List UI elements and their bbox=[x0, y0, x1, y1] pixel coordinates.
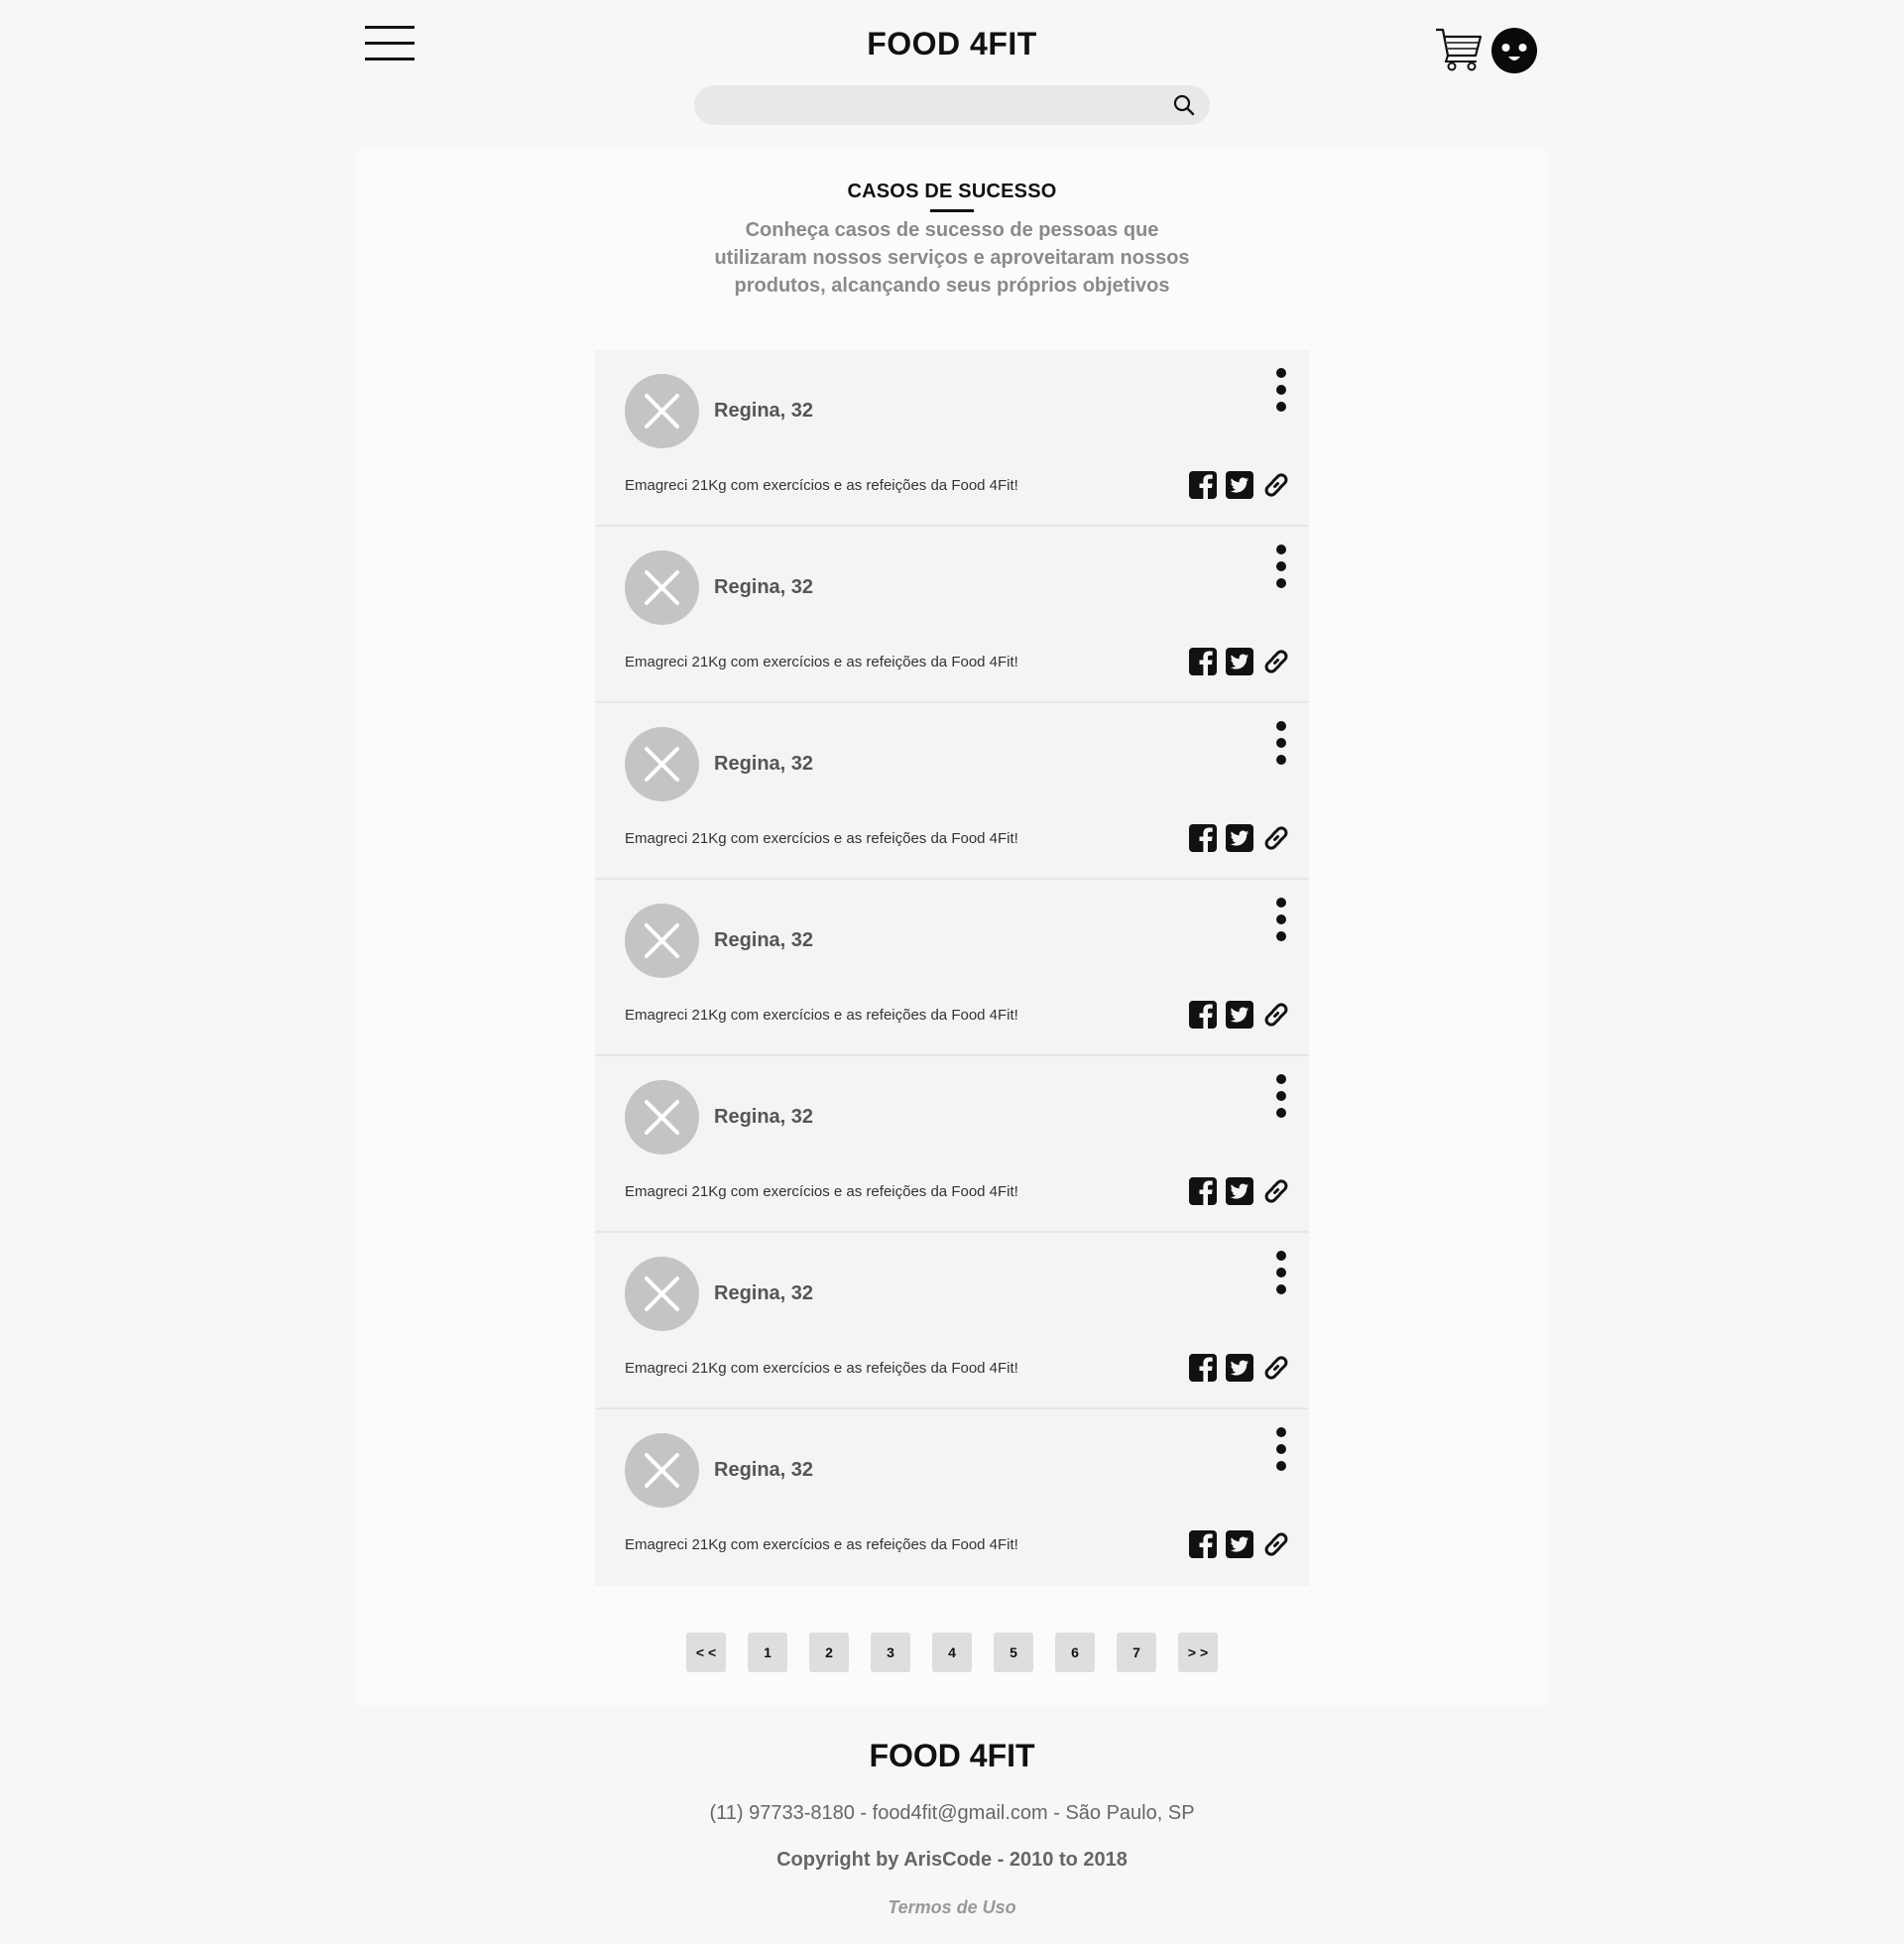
link-icon[interactable] bbox=[1261, 1000, 1291, 1030]
avatar-placeholder-icon bbox=[625, 1257, 699, 1331]
success-cases-list: Regina, 32 Emagreci 21Kg com exercícios … bbox=[595, 350, 1309, 1586]
link-icon[interactable] bbox=[1261, 1353, 1291, 1383]
pagination: < < 1 2 3 4 5 6 7 > > bbox=[357, 1633, 1547, 1672]
section-title: CASOS DE SUCESSO bbox=[847, 181, 1057, 202]
pagination-page-2[interactable]: 2 bbox=[809, 1633, 849, 1672]
more-vertical-icon[interactable] bbox=[1274, 721, 1288, 765]
pagination-page-3[interactable]: 3 bbox=[871, 1633, 910, 1672]
link-icon[interactable] bbox=[1261, 470, 1291, 500]
more-vertical-icon[interactable] bbox=[1274, 1427, 1288, 1471]
card-text: Emagreci 21Kg com exercícios e as refeiç… bbox=[625, 1183, 1018, 1200]
twitter-icon[interactable] bbox=[1225, 1529, 1254, 1559]
facebook-icon[interactable] bbox=[1188, 470, 1218, 500]
card-name: Regina, 32 bbox=[714, 1282, 814, 1304]
footer: FOOD 4FIT (11) 97733-8180 - food4fit@gma… bbox=[0, 1706, 1904, 1944]
card-name: Regina, 32 bbox=[714, 1459, 814, 1481]
facebook-icon[interactable] bbox=[1188, 647, 1218, 676]
avatar-placeholder-icon bbox=[625, 904, 699, 978]
pagination-next-button[interactable]: > > bbox=[1178, 1633, 1218, 1672]
link-icon[interactable] bbox=[1261, 1529, 1291, 1559]
success-case-card: Regina, 32 Emagreci 21Kg com exercícios … bbox=[595, 350, 1309, 527]
avatar-placeholder-icon bbox=[625, 1433, 699, 1508]
success-case-card: Regina, 32 Emagreci 21Kg com exercícios … bbox=[595, 1056, 1309, 1233]
facebook-icon[interactable] bbox=[1188, 823, 1218, 853]
success-case-card: Regina, 32 Emagreci 21Kg com exercícios … bbox=[595, 1233, 1309, 1409]
cart-icon[interactable] bbox=[1434, 26, 1484, 71]
success-case-card: Regina, 32 Emagreci 21Kg com exercícios … bbox=[595, 703, 1309, 880]
card-name: Regina, 32 bbox=[714, 576, 814, 598]
avatar-placeholder-icon bbox=[625, 727, 699, 801]
more-vertical-icon[interactable] bbox=[1274, 545, 1288, 588]
facebook-icon[interactable] bbox=[1188, 1176, 1218, 1206]
pagination-page-6[interactable]: 6 bbox=[1055, 1633, 1095, 1672]
card-text: Emagreci 21Kg com exercícios e as refeiç… bbox=[625, 477, 1018, 494]
twitter-icon[interactable] bbox=[1225, 823, 1254, 853]
title-underline bbox=[930, 209, 974, 212]
footer-brand: FOOD 4FIT bbox=[869, 1738, 1035, 1773]
avatar-placeholder-icon bbox=[625, 374, 699, 448]
facebook-icon[interactable] bbox=[1188, 1529, 1218, 1559]
twitter-icon[interactable] bbox=[1225, 1353, 1254, 1383]
footer-contact: (11) 97733-8180 - food4fit@gmail.com - S… bbox=[709, 1802, 1195, 1824]
link-icon[interactable] bbox=[1261, 1176, 1291, 1206]
card-text: Emagreci 21Kg com exercícios e as refeiç… bbox=[625, 1007, 1018, 1024]
pagination-page-4[interactable]: 4 bbox=[932, 1633, 972, 1672]
footer-copyright: Copyright by ArisCode - 2010 to 2018 bbox=[776, 1849, 1128, 1871]
avatar-placeholder-icon bbox=[625, 550, 699, 625]
section-description: Conheça casos de sucesso de pessoas que … bbox=[714, 219, 1190, 297]
more-vertical-icon[interactable] bbox=[1274, 898, 1288, 941]
twitter-icon[interactable] bbox=[1225, 647, 1254, 676]
avatar-icon[interactable] bbox=[1490, 27, 1538, 74]
more-vertical-icon[interactable] bbox=[1274, 1251, 1288, 1294]
card-name: Regina, 32 bbox=[714, 753, 814, 775]
card-text: Emagreci 21Kg com exercícios e as refeiç… bbox=[625, 1360, 1018, 1377]
main-content: CASOS DE SUCESSO Conheça casos de sucess… bbox=[357, 149, 1547, 1706]
card-name: Regina, 32 bbox=[714, 1106, 814, 1128]
avatar-placeholder-icon bbox=[625, 1080, 699, 1154]
pagination-prev-button[interactable]: < < bbox=[686, 1633, 726, 1672]
card-name: Regina, 32 bbox=[714, 929, 814, 951]
header: FOOD 4FIT bbox=[0, 0, 1904, 149]
twitter-icon[interactable] bbox=[1225, 1176, 1254, 1206]
twitter-icon[interactable] bbox=[1225, 470, 1254, 500]
brand-logo[interactable]: FOOD 4FIT bbox=[0, 26, 1904, 62]
terms-of-use-link[interactable]: Termos de Uso bbox=[0, 1897, 1904, 1918]
link-icon[interactable] bbox=[1261, 823, 1291, 853]
card-text: Emagreci 21Kg com exercícios e as refeiç… bbox=[625, 1536, 1018, 1553]
facebook-icon[interactable] bbox=[1188, 1000, 1218, 1030]
pagination-page-5[interactable]: 5 bbox=[994, 1633, 1033, 1672]
more-vertical-icon[interactable] bbox=[1274, 1074, 1288, 1118]
search-input[interactable] bbox=[712, 85, 1148, 125]
success-case-card: Regina, 32 Emagreci 21Kg com exercícios … bbox=[595, 1409, 1309, 1586]
search-bar bbox=[694, 85, 1210, 125]
card-text: Emagreci 21Kg com exercícios e as refeiç… bbox=[625, 830, 1018, 847]
twitter-icon[interactable] bbox=[1225, 1000, 1254, 1030]
search-icon[interactable] bbox=[1172, 93, 1196, 117]
facebook-icon[interactable] bbox=[1188, 1353, 1218, 1383]
success-case-card: Regina, 32 Emagreci 21Kg com exercícios … bbox=[595, 527, 1309, 703]
card-text: Emagreci 21Kg com exercícios e as refeiç… bbox=[625, 654, 1018, 670]
success-case-card: Regina, 32 Emagreci 21Kg com exercícios … bbox=[595, 880, 1309, 1056]
more-vertical-icon[interactable] bbox=[1274, 368, 1288, 412]
link-icon[interactable] bbox=[1261, 647, 1291, 676]
pagination-page-1[interactable]: 1 bbox=[748, 1633, 787, 1672]
pagination-page-7[interactable]: 7 bbox=[1117, 1633, 1156, 1672]
card-name: Regina, 32 bbox=[714, 400, 814, 422]
